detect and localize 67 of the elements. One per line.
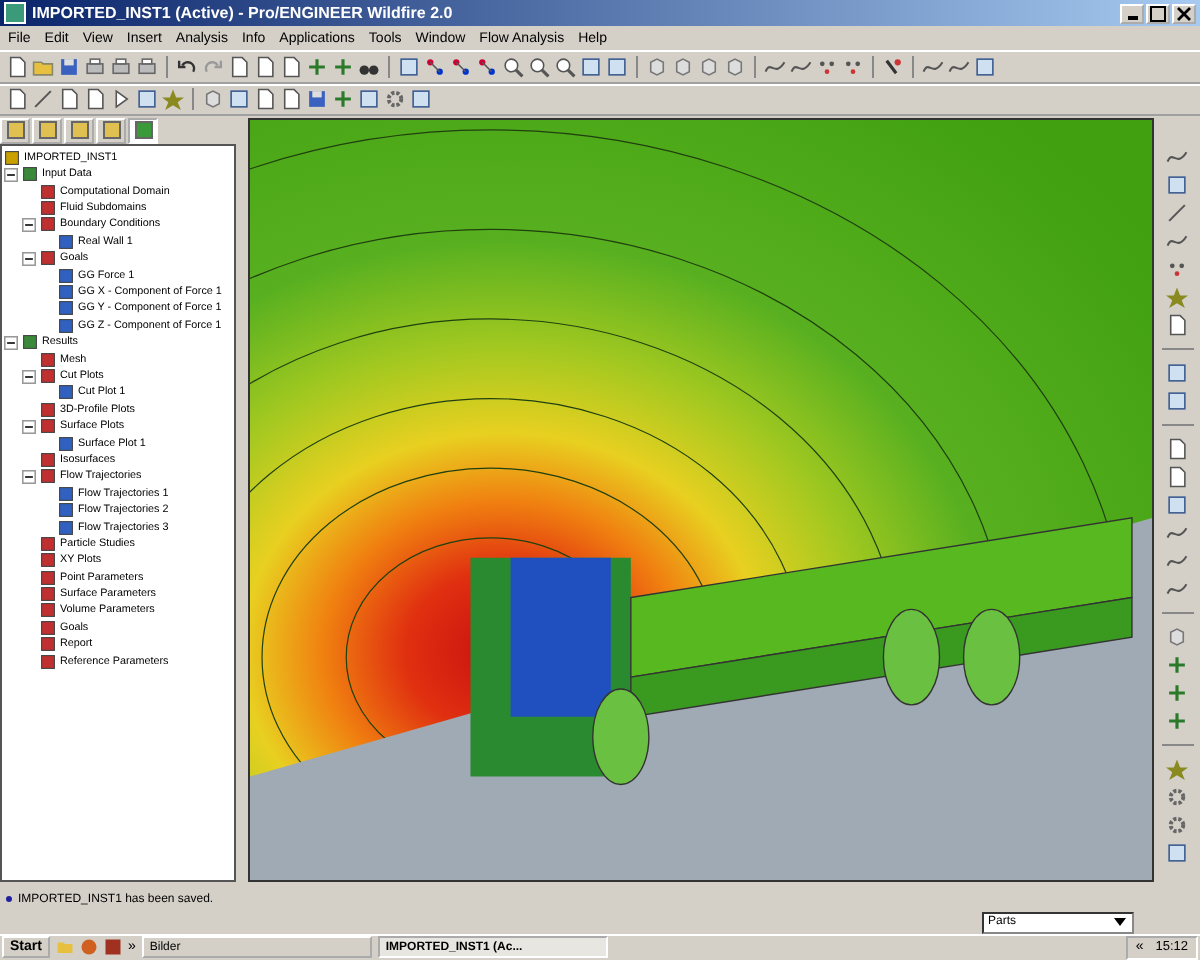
document-icon[interactable] — [6, 56, 28, 79]
globe-icon[interactable] — [79, 938, 98, 957]
maximize-icon — [1150, 5, 1166, 22]
collapse-icon[interactable] — [22, 217, 36, 232]
document-icon[interactable] — [280, 56, 302, 79]
gear-icon[interactable] — [384, 88, 406, 111]
line-icon[interactable] — [1166, 201, 1188, 224]
dots-icon[interactable] — [816, 56, 838, 79]
bullet-icon — [6, 896, 12, 903]
document-icon[interactable] — [254, 88, 276, 111]
window-icon[interactable] — [398, 56, 420, 79]
window-icon[interactable] — [1166, 493, 1188, 516]
star-icon[interactable] — [1166, 285, 1188, 308]
window-icon[interactable] — [358, 88, 380, 111]
zoom-icon[interactable] — [528, 56, 550, 79]
printer-icon[interactable] — [110, 56, 132, 79]
nodes-icon[interactable] — [450, 56, 472, 79]
nodes-icon[interactable] — [476, 56, 498, 79]
document-icon[interactable] — [1166, 313, 1188, 336]
document-icon[interactable] — [6, 88, 28, 111]
document-icon[interactable] — [228, 56, 250, 79]
gear-icon[interactable] — [1166, 785, 1188, 808]
minimize-button[interactable] — [1120, 3, 1144, 24]
window-icon[interactable] — [974, 56, 996, 79]
zoom-icon[interactable] — [554, 56, 576, 79]
window-title: IMPORTED_INST1 (Active) - Pro/ENGINEER Wildfire 2.0 — [32, 4, 455, 23]
document-icon[interactable] — [84, 88, 106, 111]
panel-tab[interactable] — [96, 117, 126, 144]
document-icon[interactable] — [254, 56, 276, 79]
collapse-icon[interactable] — [22, 469, 36, 484]
window-icon[interactable] — [228, 88, 250, 111]
panel-tab[interactable] — [32, 117, 62, 144]
window-icon[interactable] — [606, 56, 628, 79]
document-icon[interactable] — [1166, 437, 1188, 460]
document-icon[interactable] — [1166, 465, 1188, 488]
maximize-button[interactable] — [1146, 3, 1170, 24]
document-icon[interactable] — [58, 88, 80, 111]
window-icon[interactable] — [1166, 361, 1188, 384]
window-icon[interactable] — [1166, 841, 1188, 864]
window-icon[interactable] — [1166, 173, 1188, 196]
window-icon[interactable] — [1166, 389, 1188, 412]
collapse-icon[interactable] — [22, 251, 36, 266]
triangle-icon[interactable] — [110, 88, 132, 111]
zoom-icon[interactable] — [502, 56, 524, 79]
line-icon[interactable] — [32, 88, 54, 111]
close-icon — [1176, 5, 1192, 22]
panel-tab[interactable] — [128, 117, 158, 144]
star-icon[interactable] — [1166, 757, 1188, 780]
close-button[interactable] — [1172, 3, 1196, 24]
collapse-icon[interactable] — [4, 167, 18, 182]
window-icon[interactable] — [580, 56, 602, 79]
printer-icon[interactable] — [136, 56, 158, 79]
star-icon[interactable] — [162, 88, 184, 111]
collapse-icon[interactable] — [4, 335, 18, 350]
window-icon[interactable] — [136, 88, 158, 111]
collapse-icon[interactable] — [22, 419, 36, 434]
panel-tab[interactable] — [0, 117, 30, 144]
caret-icon — [1112, 914, 1128, 931]
panel-tab[interactable] — [64, 117, 94, 144]
document-icon[interactable] — [280, 88, 302, 111]
dots-icon[interactable] — [842, 56, 864, 79]
gear-icon[interactable] — [1166, 813, 1188, 836]
window-icon[interactable] — [410, 88, 432, 111]
printer-icon[interactable] — [84, 56, 106, 79]
collapse-icon[interactable] — [22, 369, 36, 383]
nodes-icon[interactable] — [424, 56, 446, 79]
minimize-icon — [1127, 16, 1137, 21]
